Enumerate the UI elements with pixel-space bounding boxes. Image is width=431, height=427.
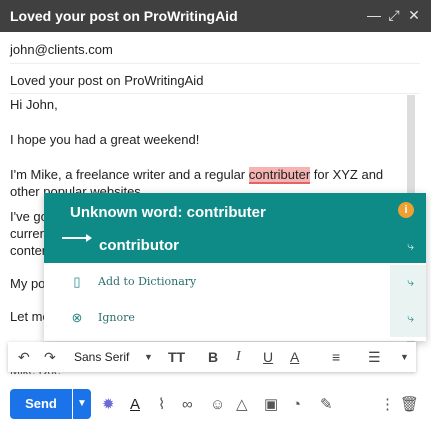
spellcheck-popup: Unknown word: contributer i contributor … [44, 193, 426, 341]
text: I'm Mike, a freelance writer and a regul… [10, 167, 249, 182]
info-icon[interactable]: i [398, 202, 414, 218]
bold-icon[interactable]: B [208, 349, 218, 365]
text-color-icon[interactable]: A [290, 349, 299, 365]
body-line: Hi John, [10, 97, 58, 112]
window-title: Loved your post on ProWritingAid [10, 8, 238, 24]
delete-icon[interactable]: 🗑 [400, 396, 419, 414]
popup-header: Unknown word: contributer i contributor … [44, 193, 426, 263]
close-icon[interactable]: ✕ [406, 7, 422, 23]
to-field[interactable]: john@clients.com [10, 42, 420, 57]
divider [10, 93, 420, 94]
divider [10, 63, 420, 64]
align-icon[interactable]: ≡ [332, 349, 340, 365]
formatting-options-icon[interactable]: A [130, 396, 140, 414]
bookmark-icon: ▯ [73, 274, 81, 289]
ignore-icon: ⊗ [71, 310, 83, 325]
ignore-button[interactable]: ⊗ Ignore ⤷ [44, 301, 426, 337]
more-formatting-icon[interactable]: ▼ [400, 349, 409, 365]
return-icon: ⤷ [407, 275, 414, 289]
fullscreen-icon[interactable]: ⤢ [386, 7, 402, 23]
emoji-icon[interactable]: ☺ [210, 396, 225, 414]
send-button[interactable]: Send [10, 389, 72, 419]
title-bar: Loved your post on ProWritingAid — ⤢ ✕ [0, 0, 431, 32]
return-icon: ⤷ [407, 239, 414, 253]
return-icon: ⤷ [407, 311, 414, 325]
numbered-list-icon[interactable]: ☰ [368, 349, 381, 365]
compose-window: Loved your post on ProWritingAid — ⤢ ✕ j… [0, 0, 431, 427]
bottom-toolbar: Send ▼ ✹ A ⌇ ∞ ☺ △ ▣ ◔ ✎ ⋮ 🗑 [0, 384, 431, 424]
redo-icon[interactable]: ↷ [44, 349, 56, 365]
minimize-icon[interactable]: — [366, 7, 382, 23]
subject-field[interactable]: Loved your post on ProWritingAid [10, 73, 420, 88]
link-icon[interactable]: ∞ [182, 396, 193, 414]
underline-icon[interactable]: U [263, 349, 273, 365]
add-to-dictionary-button[interactable]: ▯ Add to Dictionary ⤷ [44, 265, 426, 301]
undo-icon[interactable]: ↶ [18, 349, 30, 365]
arrow-icon [62, 234, 92, 242]
send-options-icon[interactable]: ▼ [73, 389, 91, 419]
attach-icon[interactable]: ⌇ [158, 396, 165, 414]
confidential-icon[interactable]: ◔ [292, 396, 301, 414]
italic-icon[interactable]: I [236, 349, 241, 365]
ignore-label: Ignore [98, 311, 135, 324]
add-dictionary-label: Add to Dictionary [98, 275, 197, 288]
suggestion-button[interactable]: contributor [99, 237, 179, 254]
photo-icon[interactable]: ▣ [264, 396, 278, 414]
misspelled-word[interactable]: contributer [248, 167, 311, 184]
drive-icon[interactable]: △ [236, 396, 248, 414]
more-options-icon[interactable]: ⋮ [380, 396, 395, 414]
font-size-icon[interactable]: TT [168, 349, 185, 365]
formatting-toolbar: ↶ ↷ Sans Serif ▼ TT B I U A ≡ ☰ ▼ [8, 342, 416, 372]
font-select[interactable]: Sans Serif [74, 349, 129, 365]
body-line: I hope you had a great weekend! [10, 132, 200, 147]
signature-icon[interactable]: ✎ [320, 396, 333, 414]
dropdown-arrow-icon[interactable]: ▼ [144, 349, 153, 365]
popup-title: Unknown word: contributer [70, 204, 266, 221]
prowritingaid-icon[interactable]: ✹ [102, 396, 115, 414]
